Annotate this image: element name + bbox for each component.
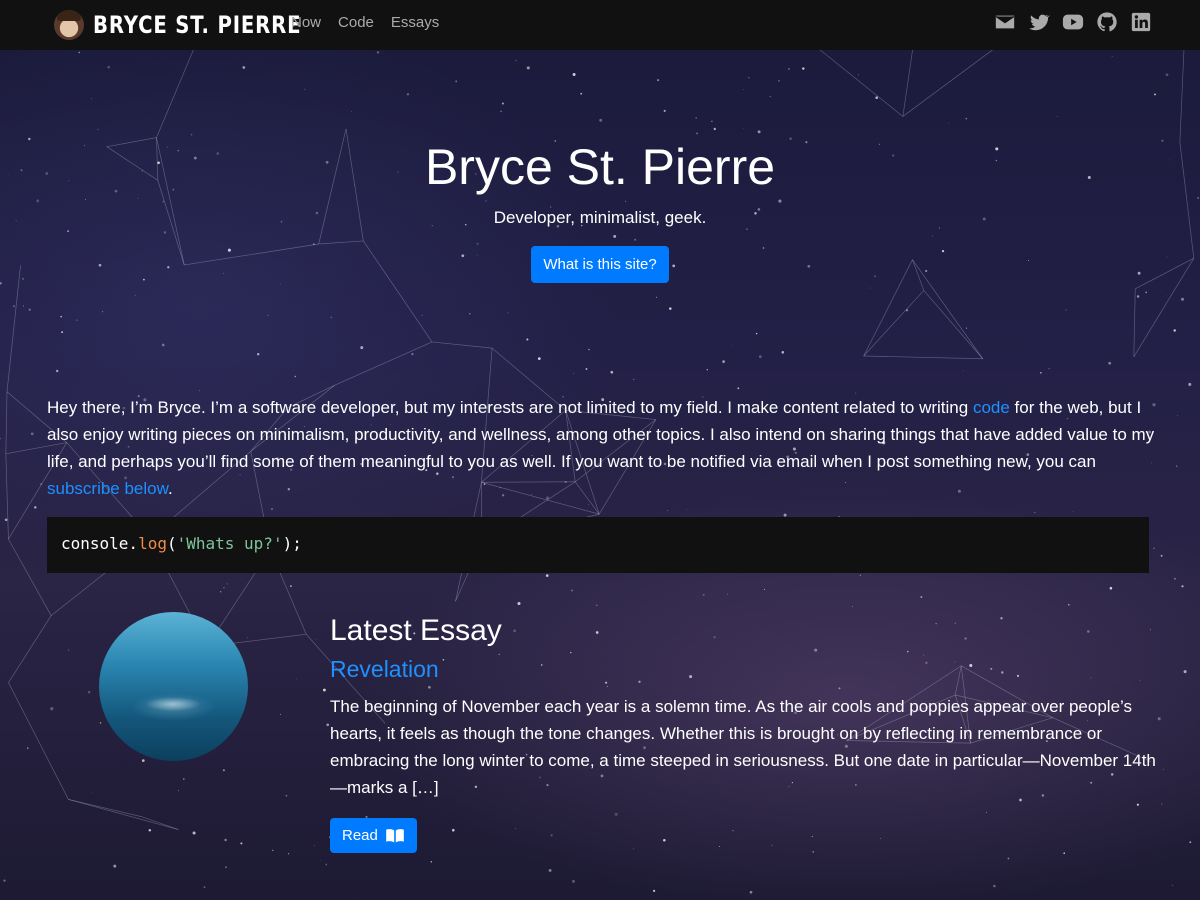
github-icon[interactable] [1096, 11, 1118, 33]
twitter-icon[interactable] [1028, 11, 1050, 33]
essay-thumbnail[interactable] [99, 612, 248, 761]
brand-name: BRYCE ST. PIERRE [93, 11, 302, 39]
nav-link-essays[interactable]: Essays [391, 14, 439, 31]
nav-links: Now Code Essays [291, 14, 456, 31]
hero: Bryce St. Pierre Developer, minimalist, … [0, 138, 1200, 283]
avatar [54, 10, 84, 40]
code-punct: ( [166, 534, 177, 553]
code-string: 'Whats up?' [176, 534, 283, 553]
hero-title: Bryce St. Pierre [424, 139, 776, 195]
nav-link-code[interactable]: Code [338, 14, 374, 31]
hero-tagline: Developer, minimalist, geek. [493, 208, 707, 227]
code-object: console. [61, 534, 139, 553]
latest-essay-heading: Latest Essay [330, 614, 502, 647]
read-button[interactable]: Read [330, 818, 417, 853]
code-function: log [138, 534, 167, 553]
linkedin-icon[interactable] [1130, 11, 1152, 33]
latest-essay: Latest Essay Revelation The beginning of… [330, 614, 1160, 853]
nav-link-now[interactable]: Now [291, 14, 321, 31]
navbar: BRYCE ST. PIERRE Now Code Essays [0, 0, 1200, 50]
essay-excerpt: The beginning of November each year is a… [330, 697, 1156, 797]
about-site-button[interactable]: What is this site? [531, 246, 669, 283]
code-punct: ); [282, 534, 302, 553]
book-open-icon [386, 828, 404, 842]
envelope-icon[interactable] [994, 11, 1016, 33]
intro-text: . [167, 479, 173, 498]
essay-title-link[interactable]: Revelation [330, 656, 1160, 683]
read-button-label: Read [342, 827, 378, 844]
youtube-icon[interactable] [1062, 11, 1084, 33]
social-links [982, 11, 1152, 33]
subscribe-link[interactable]: subscribe below [47, 479, 168, 498]
intro-paragraph: Hey there, I’m Bryce. I’m a software dev… [47, 394, 1157, 502]
code-link[interactable]: code [973, 398, 1010, 417]
intro-text: Hey there, I’m Bryce. I’m a software dev… [47, 398, 973, 417]
code-snippet: console.log('Whats up?'); [47, 517, 1149, 573]
